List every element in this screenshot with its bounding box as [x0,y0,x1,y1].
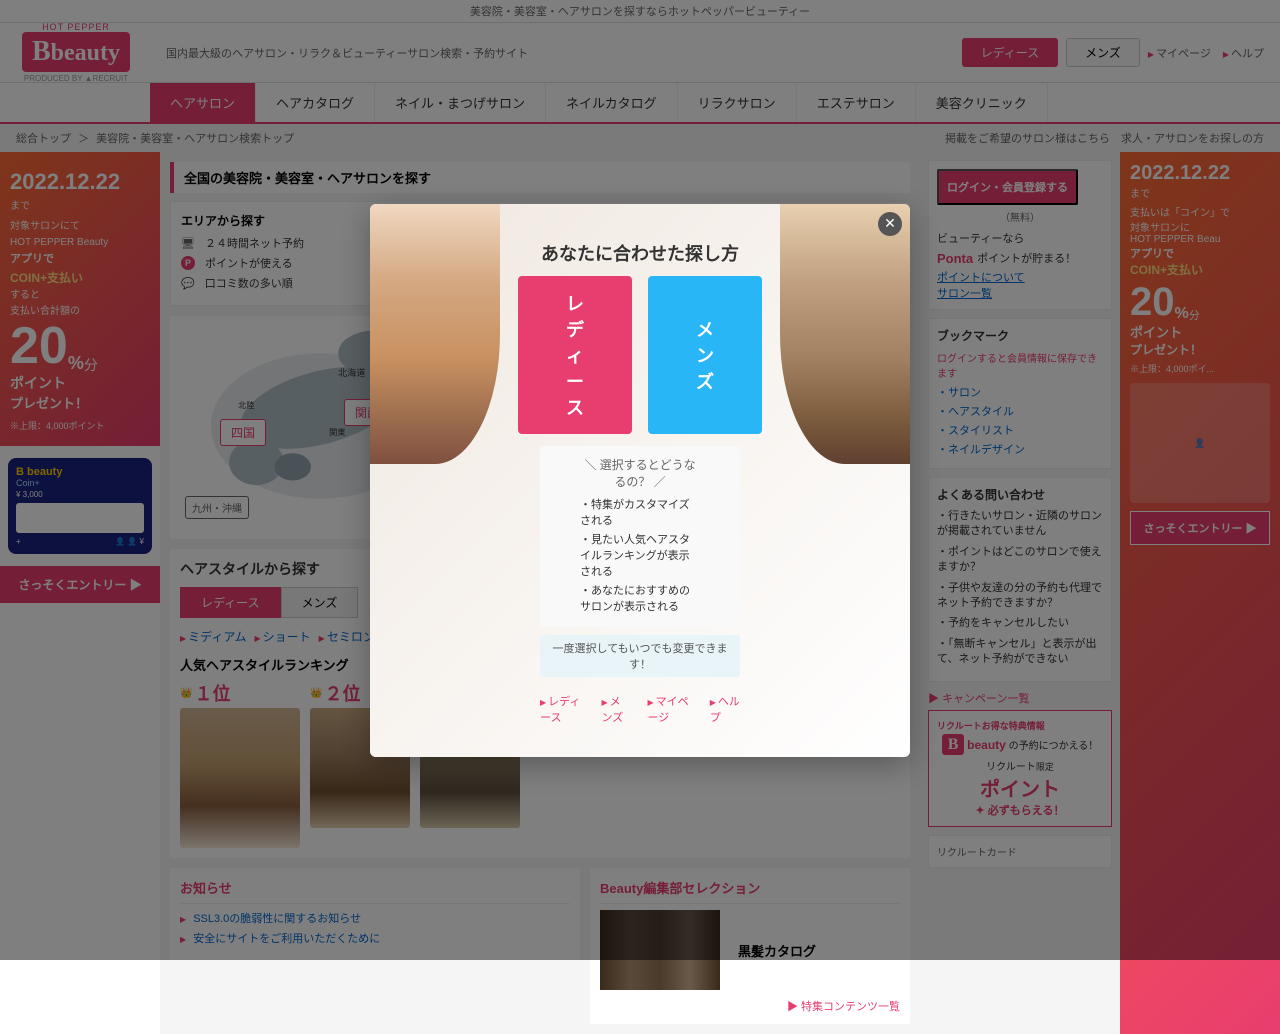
modal-mens-btn[interactable]: メンズ [648,276,762,434]
modal-desc-title: ＼ 選択するとどうなるの？ ／ [580,456,700,490]
modal-ladies-btn[interactable]: レディース [518,276,632,434]
modal-title: あなたに合わせた探し方 [520,224,760,276]
modal-content: あなたに合わせた探し方 レディース メンズ ＼ 選択するとどうなるの？ ／ 特集… [370,204,910,757]
modal-desc-item-3: あなたにおすすめのサロンが表示される [580,582,700,614]
editorial-more-link[interactable]: ▶ 特集コンテンツ一覧 [787,1001,900,1013]
modal-footer-mens[interactable]: メンズ [601,693,631,725]
modal-footer: レディース メンズ マイページ ヘルプ [520,685,760,737]
modal-gender-row: レディース メンズ [520,276,760,446]
modal-overlay[interactable]: ✕ あなたに合わせた探し方 レディース メンズ ＼ 選択するとどうなるの？ ／ … [0,0,1280,960]
modal-box: ✕ あなたに合わせた探し方 レディース メンズ ＼ 選択するとどうなるの？ ／ … [370,204,910,757]
modal-note: 一度選択してもいつでも変更できます！ [540,635,740,677]
editorial-more: ▶ 特集コンテンツ一覧 [600,998,900,1014]
modal-desc-item-2: 見たい人気ヘアスタイルランキングが表示される [580,531,700,579]
modal-description: ＼ 選択するとどうなるの？ ／ 特集がカスタマイズされる 見たい人気ヘアスタイル… [540,446,740,627]
modal-footer-ladies[interactable]: レディース [540,693,585,725]
modal-footer-help[interactable]: ヘルプ [710,693,740,725]
modal-desc-item-1: 特集がカスタマイズされる [580,496,700,528]
modal-images-row: あなたに合わせた探し方 レディース メンズ ＼ 選択するとどうなるの？ ／ 特集… [370,204,910,757]
modal-close-btn[interactable]: ✕ [878,212,902,236]
modal-footer-mypage[interactable]: マイページ [648,693,694,725]
